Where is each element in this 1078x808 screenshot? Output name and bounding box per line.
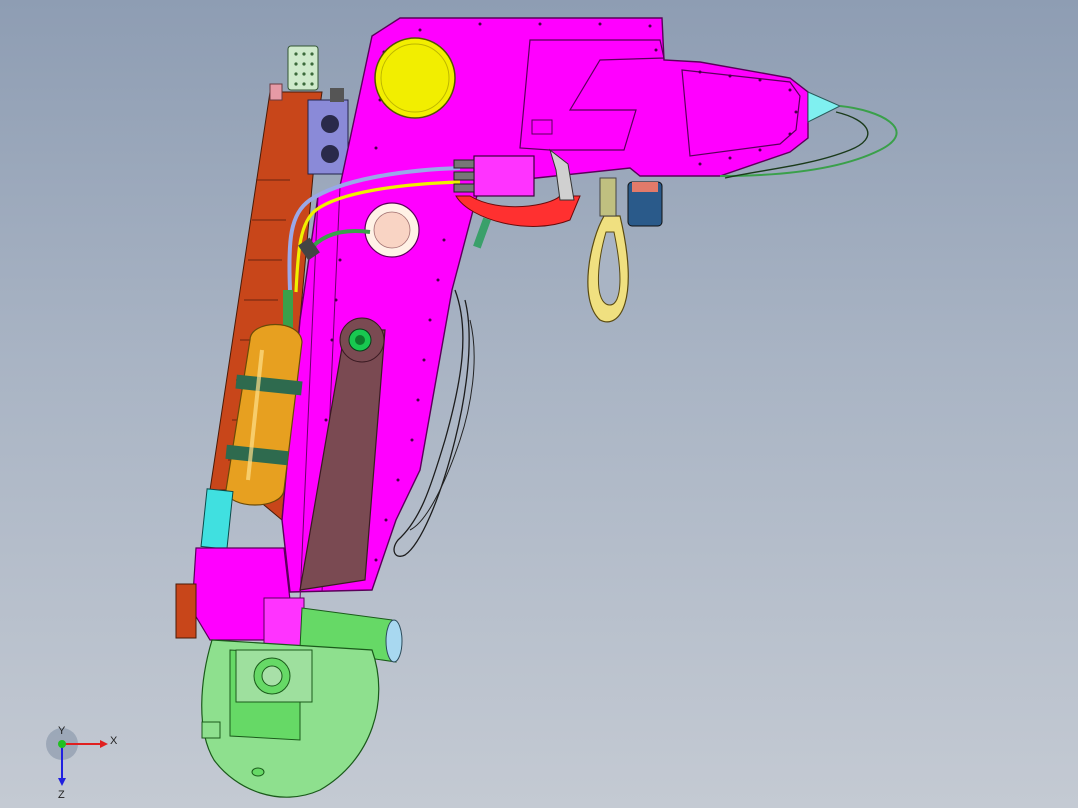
handle-mount: [599, 177, 617, 217]
cable-glands: [453, 159, 475, 193]
shaft-end: [385, 619, 403, 663]
cylinder-mount-rod: [283, 290, 293, 330]
base-foot: [201, 721, 221, 739]
robot-arm-model[interactable]: [0, 0, 1078, 808]
blue-connector-top: [632, 182, 658, 192]
motor-shaft: [261, 665, 283, 687]
valve-fitting: [330, 88, 344, 102]
valve-block: [307, 99, 349, 175]
valve-port-icon: [321, 115, 339, 133]
cad-viewport[interactable]: X Y Z: [0, 0, 1078, 808]
y-axis-label: Y: [58, 725, 66, 737]
z-axis-label: Z: [58, 789, 65, 801]
drive-pulley: [374, 37, 456, 119]
valve-port-icon: [321, 145, 339, 163]
gauge-face: [373, 211, 411, 249]
terminal-box: [473, 155, 535, 197]
x-axis-arrow-icon: [100, 740, 108, 748]
coordinate-triad: X Y Z: [46, 725, 118, 801]
y-axis-dot: [58, 740, 66, 748]
joint-flange: [175, 583, 197, 639]
pneumatic-cylinder: [200, 488, 234, 550]
sensor-tip: [807, 91, 842, 123]
bracket-bolt: [473, 217, 491, 249]
base-bolt: [251, 767, 265, 777]
z-axis-arrow-icon: [58, 778, 66, 786]
muffler-cap: [269, 83, 283, 101]
joint-collar: [263, 597, 305, 651]
x-axis-label: X: [110, 735, 118, 747]
red-bracket: [455, 195, 581, 227]
idler-hub-center: [355, 335, 365, 345]
